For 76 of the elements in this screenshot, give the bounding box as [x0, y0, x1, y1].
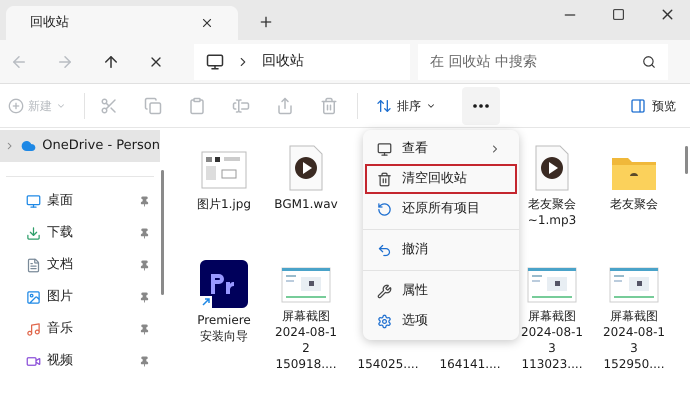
- file-name: 2024-08-1: [274, 324, 338, 340]
- sidebar-item[interactable]: 视频: [0, 345, 160, 377]
- pin-icon: [139, 228, 150, 238]
- tab-title: 回收站: [30, 14, 69, 32]
- undo-icon: [377, 242, 392, 258]
- search-icon: [642, 54, 656, 68]
- pin-icon: [139, 196, 150, 206]
- file-item[interactable]: Premiere 安装向导: [183, 256, 265, 372]
- preview-button[interactable]: 预览: [630, 96, 676, 114]
- file-name: 屏幕截图: [610, 308, 658, 324]
- file-name: ~1.mp3: [528, 212, 576, 228]
- file-item[interactable]: 老友聚会: [593, 140, 675, 256]
- more-button[interactable]: [462, 86, 500, 124]
- file-name: 150918....: [275, 356, 337, 372]
- file-name: 屏幕截图: [528, 308, 576, 324]
- app-shortcut-icon: [200, 260, 248, 308]
- breadcrumb[interactable]: 回收站: [262, 51, 304, 72]
- file-item[interactable]: BGM1.wav: [265, 140, 347, 256]
- monitor-icon: [377, 142, 392, 156]
- sidebar-item[interactable]: 图片: [0, 281, 160, 313]
- pin-icon: [139, 292, 150, 302]
- pin-icon: [139, 356, 150, 366]
- file-item[interactable]: 屏幕截图 2024-08-1 2 150918....: [265, 256, 347, 372]
- file-name: BGM1.wav: [274, 196, 338, 212]
- panel-icon: [630, 98, 646, 114]
- maximize-icon[interactable]: [612, 8, 625, 21]
- file-item[interactable]: 屏幕截图 2024-08-1 3 152950....: [593, 256, 675, 372]
- file-name: 164141....: [439, 356, 501, 372]
- onedrive-label: OneDrive - Person: [42, 137, 160, 156]
- close-tab-icon[interactable]: [200, 16, 214, 30]
- file-name: 113023....: [521, 356, 583, 372]
- download-icon: [26, 226, 41, 240]
- sort-icon: [376, 98, 392, 114]
- pin-icon: [139, 260, 150, 270]
- file-item[interactable]: 图片1.jpg: [183, 140, 265, 256]
- menu-item[interactable]: 清空回收站: [363, 164, 519, 194]
- computer-icon: [206, 52, 224, 70]
- file-name: 154025....: [357, 356, 419, 372]
- pin-icon: [139, 324, 150, 334]
- sidebar-item[interactable]: 桌面: [0, 185, 160, 217]
- desktop-icon: [26, 194, 41, 208]
- wrench-icon: [377, 284, 392, 298]
- scrollbar[interactable]: [685, 146, 688, 174]
- sidebar-item[interactable]: 下载: [0, 217, 160, 249]
- sidebar-item[interactable]: 文档: [0, 249, 160, 281]
- file-name: Premiere: [197, 312, 251, 328]
- file-name: 3: [630, 340, 638, 356]
- file-name: 2024-08-1: [602, 324, 666, 340]
- trash-icon: [377, 172, 392, 186]
- image-icon: [26, 290, 41, 304]
- menu-item[interactable]: 属性: [363, 270, 519, 306]
- file-name: 图片1.jpg: [196, 196, 252, 212]
- scrollbar[interactable]: [161, 170, 164, 295]
- search-field[interactable]: 在 回收站 中搜索: [418, 44, 668, 80]
- music-icon: [26, 322, 41, 336]
- plus-icon: [8, 98, 24, 114]
- file-name: 152950....: [603, 356, 665, 372]
- menu-item[interactable]: 撤消: [363, 229, 519, 265]
- onedrive-item[interactable]: OneDrive - Person: [0, 130, 160, 162]
- file-name: 2: [302, 340, 310, 356]
- file-name: 老友聚会: [528, 196, 576, 212]
- window-tab[interactable]: 回收站: [6, 6, 238, 40]
- sort-button[interactable]: 排序: [370, 96, 442, 114]
- sidebar-item[interactable]: 音乐: [0, 313, 160, 345]
- file-name: 2024-08-1: [520, 324, 584, 340]
- more-icon: [473, 104, 489, 108]
- restore-icon: [377, 202, 392, 216]
- document-icon: [26, 258, 41, 272]
- cloud-icon: [21, 138, 36, 154]
- file-name: 安装向导: [200, 328, 248, 344]
- file-name: 屏幕截图: [282, 308, 330, 324]
- new-tab-icon[interactable]: [258, 14, 274, 30]
- file-name: 老友聚会: [610, 196, 658, 212]
- file-name: 3: [548, 340, 556, 356]
- settings-icon: [377, 314, 392, 328]
- address-bar[interactable]: 回收站: [194, 44, 410, 80]
